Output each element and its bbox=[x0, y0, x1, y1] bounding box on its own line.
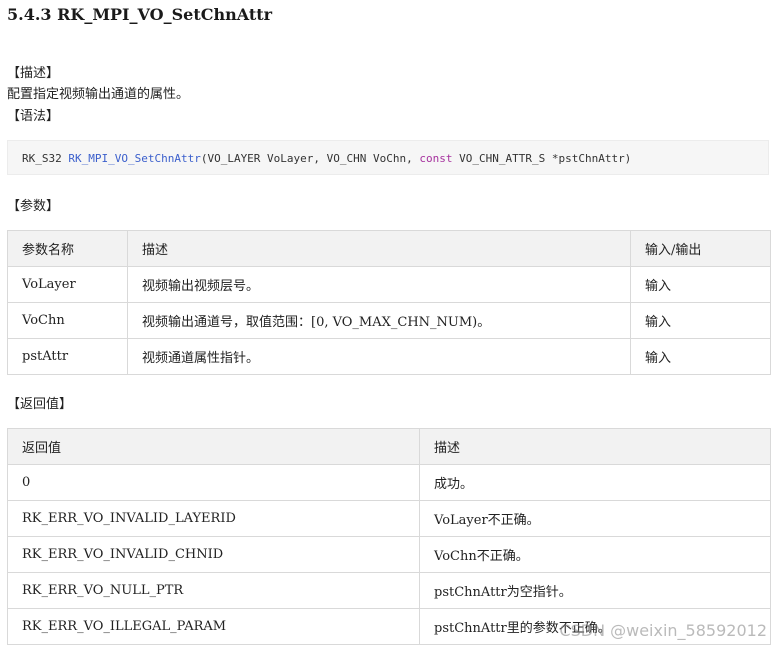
section-heading: 5.4.3 RK_MPI_VO_SetChnAttr bbox=[7, 5, 273, 24]
description-text: 配置指定视频输出通道的属性。 bbox=[7, 87, 190, 102]
return-value: RK_ERR_VO_INVALID_CHNID bbox=[7, 536, 420, 573]
params-table: 参数名称 描述 输入/输出 VoLayer 视频输出视频层号。 输入 VoChn… bbox=[7, 230, 771, 375]
param-name: VoChn bbox=[7, 302, 128, 339]
params-label: 【参数】 bbox=[7, 199, 60, 214]
params-header-row: 参数名称 描述 输入/输出 bbox=[7, 230, 771, 267]
description-label: 【描述】 bbox=[7, 66, 60, 81]
param-io: 输入 bbox=[630, 302, 771, 339]
table-row: RK_ERR_VO_NULL_PTR pstChnAttr为空指针。 bbox=[7, 572, 771, 609]
param-desc: 视频通道属性指针。 bbox=[127, 338, 631, 375]
return-desc: VoLayer不正确。 bbox=[419, 500, 771, 537]
return-desc: pstChnAttr为空指针。 bbox=[419, 572, 771, 609]
param-name: pstAttr bbox=[7, 338, 128, 375]
param-io: 输入 bbox=[630, 266, 771, 303]
param-name: VoLayer bbox=[7, 266, 128, 303]
return-value: 0 bbox=[7, 464, 420, 501]
params-header-name: 参数名称 bbox=[7, 230, 128, 267]
return-type: RK_S32 bbox=[22, 152, 62, 165]
syntax-label: 【语法】 bbox=[7, 109, 60, 124]
param-desc: 视频输出视频层号。 bbox=[127, 266, 631, 303]
params-header-desc: 描述 bbox=[127, 230, 631, 267]
returns-header-value: 返回值 bbox=[7, 428, 420, 465]
return-value: RK_ERR_VO_ILLEGAL_PARAM bbox=[7, 608, 420, 645]
param-desc: 视频输出通道号，取值范围：[0, VO_MAX_CHN_NUM)。 bbox=[127, 302, 631, 339]
table-row: RK_ERR_VO_INVALID_LAYERID VoLayer不正确。 bbox=[7, 500, 771, 537]
args-part1: (VO_LAYER VoLayer, VO_CHN VoChn, bbox=[200, 152, 420, 165]
return-value: RK_ERR_VO_NULL_PTR bbox=[7, 572, 420, 609]
watermark: CSDN @weixin_58592012 bbox=[559, 621, 767, 640]
returns-header-row: 返回值 描述 bbox=[7, 428, 771, 465]
const-keyword: const bbox=[419, 152, 453, 165]
table-row: pstAttr 视频通道属性指针。 输入 bbox=[7, 338, 771, 375]
return-desc: VoChn不正确。 bbox=[419, 536, 771, 573]
param-io: 输入 bbox=[630, 338, 771, 375]
table-row: VoChn 视频输出通道号，取值范围：[0, VO_MAX_CHN_NUM)。 … bbox=[7, 302, 771, 339]
table-row: RK_ERR_VO_INVALID_CHNID VoChn不正确。 bbox=[7, 536, 771, 573]
table-row: 0 成功。 bbox=[7, 464, 771, 501]
returns-label: 【返回值】 bbox=[7, 397, 73, 412]
code-block: RK_S32 RK_MPI_VO_SetChnAttr(VO_LAYER VoL… bbox=[7, 140, 769, 175]
return-value: RK_ERR_VO_INVALID_LAYERID bbox=[7, 500, 420, 537]
returns-table: 返回值 描述 0 成功。 RK_ERR_VO_INVALID_LAYERID V… bbox=[7, 428, 771, 645]
returns-header-desc: 描述 bbox=[419, 428, 771, 465]
args-part2: VO_CHN_ATTR_S *pstChnAttr) bbox=[452, 152, 632, 165]
function-name: RK_MPI_VO_SetChnAttr bbox=[68, 152, 201, 165]
return-desc: 成功。 bbox=[419, 464, 771, 501]
params-header-io: 输入/输出 bbox=[630, 230, 771, 267]
table-row: VoLayer 视频输出视频层号。 输入 bbox=[7, 266, 771, 303]
